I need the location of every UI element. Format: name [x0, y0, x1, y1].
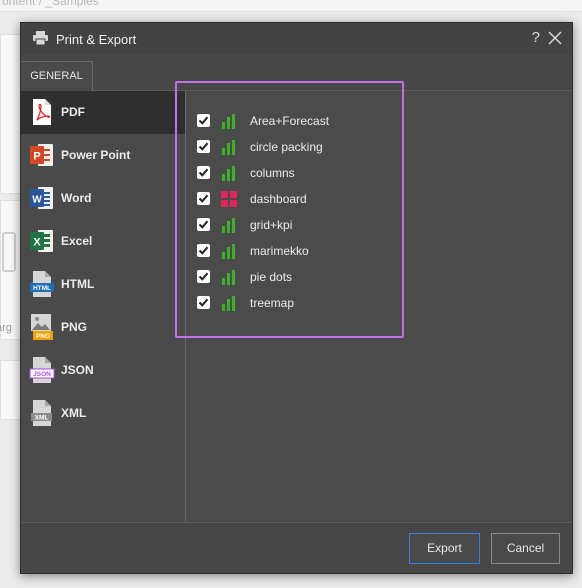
checkmark-icon: [198, 220, 209, 229]
background-card: [0, 360, 22, 420]
svg-text:W: W: [32, 195, 42, 206]
dialog-title-bar: Print & Export ?: [21, 23, 572, 54]
sheet-checkbox[interactable]: [197, 218, 210, 231]
checkmark-icon: [198, 246, 209, 255]
checkmark-icon: [198, 116, 209, 125]
checkmark-icon: [198, 168, 209, 177]
bar-chart-icon: [222, 296, 235, 311]
sheet-checkbox[interactable]: [197, 270, 210, 283]
powerpoint-file-icon: P: [30, 144, 53, 166]
dialog-footer: Export Cancel: [21, 522, 572, 573]
sheet-label: columns: [250, 166, 295, 180]
cancel-button[interactable]: Cancel: [491, 533, 560, 564]
format-item-excel[interactable]: X Excel: [21, 220, 185, 263]
dashboard-icon: [221, 191, 237, 207]
pdf-file-icon: [33, 99, 51, 125]
png-file-icon: PNG: [31, 314, 53, 340]
png-icon-text: PNG: [36, 333, 50, 340]
format-label: HTML: [61, 277, 95, 291]
sheet-label: pie dots: [250, 270, 293, 284]
format-label: PNG: [61, 320, 88, 334]
format-item-json[interactable]: JSON JSON: [21, 349, 185, 392]
svg-text:X: X: [33, 237, 41, 249]
background-breadcrumb: ontent / _Samples: [2, 0, 99, 8]
sheet-checkbox[interactable]: [197, 296, 210, 309]
sheet-label: grid+kpi: [250, 218, 293, 232]
format-label: Power Point: [61, 148, 131, 162]
bar-chart-icon: [222, 244, 235, 259]
sheet-label: Area+Forecast: [250, 114, 330, 128]
bar-chart-icon: [222, 114, 235, 129]
printer-icon: [33, 31, 48, 45]
format-label: JSON: [61, 363, 94, 377]
sheet-checkbox[interactable]: [197, 140, 210, 153]
background-card: [0, 34, 22, 194]
checkmark-icon: [198, 298, 209, 307]
export-button[interactable]: Export: [409, 533, 480, 564]
help-button[interactable]: ?: [532, 29, 540, 46]
format-item-html[interactable]: HTML HTML: [21, 263, 185, 306]
sheet-label: dashboard: [250, 192, 307, 206]
bar-chart-icon: [222, 166, 235, 181]
excel-file-icon: X: [30, 230, 53, 252]
checkmark-icon: [198, 142, 209, 151]
html-file-icon: HTML: [30, 271, 54, 297]
format-item-powerpoint[interactable]: P Power Point: [21, 134, 185, 177]
format-label: XML: [61, 406, 87, 420]
dialog-title: Print & Export: [56, 32, 137, 47]
background-label: arg: [0, 322, 12, 334]
html-icon-text: HTML: [33, 285, 51, 292]
checkmark-icon: [198, 272, 209, 281]
xml-icon-text: XML: [35, 415, 49, 422]
print-export-dialog: Print & Export ? GENERAL PDF P Power Poi…: [20, 22, 573, 574]
background-phone-icon: [2, 232, 16, 272]
xml-file-icon: XML: [31, 400, 52, 426]
format-label: Word: [61, 191, 92, 205]
format-label: PDF: [61, 105, 85, 119]
bar-chart-icon: [222, 270, 235, 285]
format-item-xml[interactable]: XML XML: [21, 392, 185, 435]
sheet-list-panel: Area+Forecast circle packing columns das…: [187, 91, 572, 522]
bar-chart-icon: [222, 140, 235, 155]
format-item-pdf[interactable]: PDF: [21, 91, 185, 134]
json-file-icon: JSON: [29, 357, 55, 383]
tab-bar: GENERAL: [21, 54, 572, 92]
json-icon-text: JSON: [33, 371, 51, 378]
svg-text:P: P: [33, 151, 40, 163]
format-item-png[interactable]: PNG PNG: [21, 306, 185, 349]
format-sidebar: PDF P Power Point W Word X Excel HTML HT…: [21, 91, 186, 522]
sheet-label: circle packing: [250, 140, 323, 154]
sheet-checkbox[interactable]: [197, 192, 210, 205]
sheet-label: treemap: [250, 296, 295, 310]
sheet-checkbox[interactable]: [197, 114, 210, 127]
format-label: Excel: [61, 234, 93, 248]
format-item-word[interactable]: W Word: [21, 177, 185, 220]
word-file-icon: W: [30, 187, 53, 209]
bar-chart-icon: [222, 218, 235, 233]
sheet-checkbox[interactable]: [197, 244, 210, 257]
sheet-label: marimekko: [250, 244, 309, 258]
close-icon[interactable]: [547, 30, 563, 46]
checkmark-icon: [198, 194, 209, 203]
sheet-checkbox[interactable]: [197, 166, 210, 179]
tab-general[interactable]: GENERAL: [21, 61, 93, 92]
